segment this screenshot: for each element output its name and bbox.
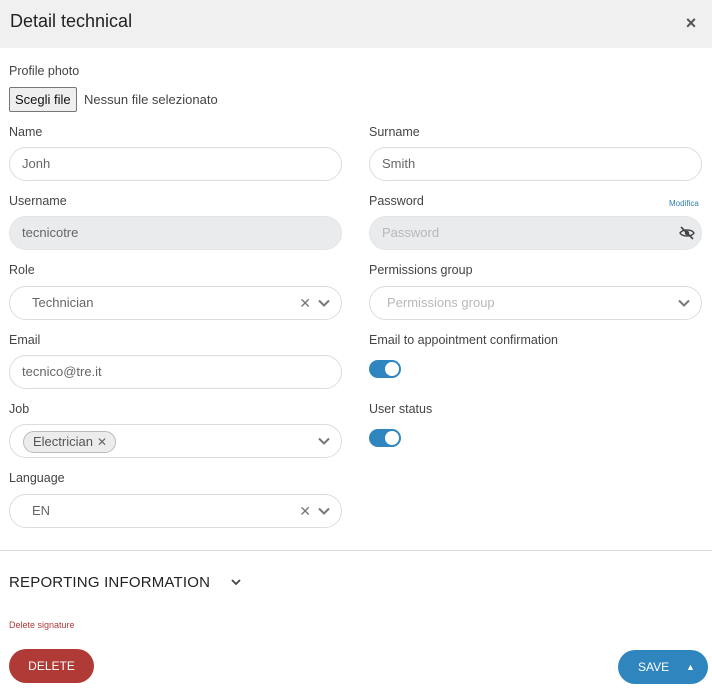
surname-input[interactable]: Smith [369, 147, 702, 181]
language-select[interactable]: EN ✕ [9, 494, 342, 528]
modal-header: Detail technical × [0, 0, 712, 48]
toggle-knob [385, 362, 399, 376]
edit-password-link[interactable]: Modifica [669, 199, 699, 208]
chevron-down-icon[interactable] [317, 434, 331, 448]
name-input[interactable]: Jonh [9, 147, 342, 181]
job-chip: Electrician ✕ [23, 431, 117, 453]
toggle-knob [385, 431, 399, 445]
role-value: Technician [32, 295, 94, 310]
user-status-label: User status [369, 402, 433, 416]
surname-value: Smith [382, 156, 416, 171]
reporting-information-toggle[interactable]: REPORTING INFORMATION [9, 574, 210, 591]
permissions-group-select[interactable]: Permissions group [369, 286, 702, 320]
surname-label: Surname [369, 125, 420, 139]
password-placeholder: Password [382, 225, 440, 240]
role-select[interactable]: Technician ✕ [9, 286, 342, 320]
email-label: Email [9, 333, 41, 347]
name-label: Name [9, 125, 43, 139]
chevron-down-icon[interactable] [677, 296, 691, 310]
modal-title: Detail technical [10, 11, 133, 31]
name-value: Jonh [22, 156, 51, 171]
remove-chip-icon[interactable]: ✕ [97, 432, 107, 452]
username-label: Username [9, 194, 67, 208]
permissions-group-placeholder: Permissions group [387, 295, 495, 310]
job-select[interactable]: Electrician ✕ [9, 424, 342, 458]
email-confirmation-toggle[interactable] [369, 360, 401, 378]
job-label: Job [9, 402, 30, 416]
language-value: EN [32, 503, 51, 518]
clear-icon[interactable]: ✕ [299, 287, 311, 319]
password-input: Password [369, 216, 702, 250]
language-label: Language [9, 471, 65, 485]
user-status-toggle[interactable] [369, 429, 401, 447]
clear-icon[interactable]: ✕ [299, 495, 311, 527]
chevron-down-icon[interactable] [230, 576, 242, 588]
delete-signature-link[interactable]: Delete signature [9, 620, 75, 630]
close-icon[interactable]: × [680, 12, 702, 34]
eye-slash-icon[interactable] [679, 225, 695, 241]
role-label: Role [9, 263, 35, 277]
chevron-down-icon[interactable] [317, 504, 331, 518]
email-value: tecnico@tre.it [22, 364, 102, 379]
choose-file-button[interactable]: Scegli file [9, 87, 77, 112]
username-value: tecnicotre [22, 225, 79, 240]
delete-button[interactable]: DELETE [9, 649, 94, 683]
username-input: tecnicotre [9, 216, 342, 250]
save-button-label: SAVE [638, 660, 670, 674]
job-chip-label: Electrician [33, 434, 93, 449]
section-divider [0, 550, 712, 551]
file-status-text: Nessun file selezionato [84, 92, 218, 107]
email-confirmation-label: Email to appointment confirmation [369, 333, 558, 347]
save-button[interactable]: SAVE ▲ [618, 650, 708, 684]
caret-up-icon[interactable]: ▲ [686, 650, 695, 684]
profile-photo-label: Profile photo [9, 64, 80, 78]
permissions-group-label: Permissions group [369, 263, 473, 277]
chevron-down-icon[interactable] [317, 296, 331, 310]
email-input[interactable]: tecnico@tre.it [9, 355, 342, 389]
password-label: Password [369, 194, 424, 208]
